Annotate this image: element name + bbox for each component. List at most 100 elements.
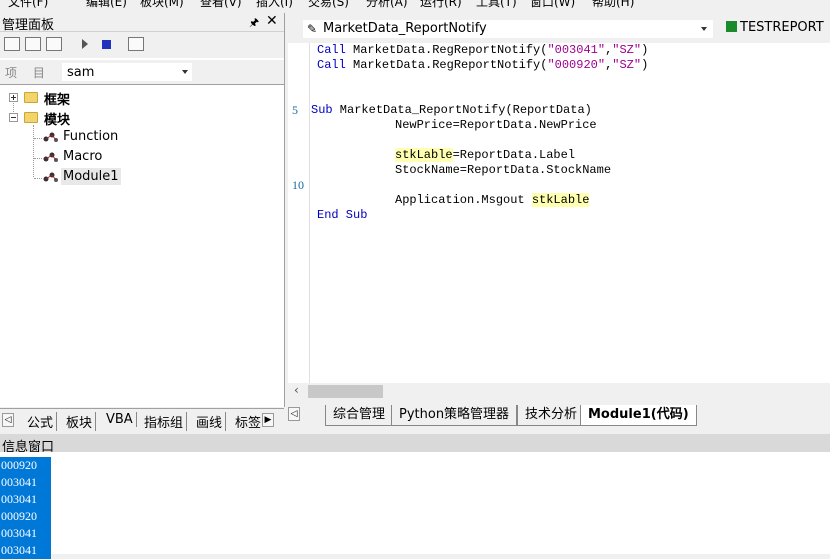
scroll-left-icon[interactable]: ◁ [288,407,300,421]
object-browser-icon[interactable] [128,37,144,51]
keyword: Sub [311,103,333,117]
menu-trade[interactable]: 交易(S) [308,0,349,8]
editor-header: ✎ MarketData_ReportNotify TESTREPORT [288,13,830,43]
tab-module1-code[interactable]: Module1(代码) [580,405,697,426]
project-tree: 框架 模块 Function Macro Module1 [0,86,283,406]
menu-window[interactable]: 窗口(W) [530,0,575,8]
module-icon [43,152,58,162]
tree-item-framework[interactable]: 框架 [44,89,70,108]
folder-open-icon [24,112,38,123]
tab-vba[interactable]: VBA [103,412,137,427]
tab-indicator-group[interactable]: 指标组 [141,412,188,431]
menu-sector[interactable]: 板块(M) [140,0,184,8]
properties-icon[interactable] [4,37,20,51]
close-icon[interactable]: ✕ [266,13,278,29]
code-line-sub: Sub MarketData_ReportNotify(ReportData) [311,103,592,117]
code-text: Application.Msgout [395,193,532,207]
code-line-newprice: NewPrice=ReportData.NewPrice [395,118,597,132]
highlighted-variable: stkLable [395,148,453,162]
scroll-right-icon[interactable]: ▶ [262,413,274,427]
tab-drawing[interactable]: 画线 [193,412,227,431]
project-select[interactable]: sam [62,63,192,81]
output-line: 003041 [0,474,51,491]
info-window-title-bar: 信息窗口 [0,434,830,455]
menu-view[interactable]: 查看(V) [200,0,242,8]
tree-item-macro[interactable]: Macro [63,149,102,164]
menu-tools[interactable]: 工具(T) [476,0,517,8]
menu-edit[interactable]: 编辑(E) [86,0,127,8]
menu-file[interactable]: 文件(F) [8,0,48,8]
scroll-left-icon[interactable]: ◁ [2,413,14,427]
expand-icon[interactable] [9,93,18,102]
project-selector-row: 项 目 sam [0,60,284,85]
project-select-value: sam [67,65,95,80]
folder-icon [24,92,38,103]
layout-icon[interactable] [25,37,41,51]
panel-toolbar [0,32,284,58]
string-literal: "SZ" [612,58,642,72]
output-line: 003041 [0,542,51,559]
scrollbar-thumb[interactable] [308,385,383,398]
code-line-end-sub: End Sub [317,208,368,222]
line-number: 5 [292,103,298,117]
info-window-output[interactable]: 000920 003041 003041 000920 003041 00304… [0,452,830,559]
tab-general-management[interactable]: 综合管理 [325,405,394,426]
left-panel-tabs: ◁ 公式 板块 VBA 指标组 画线 标签 ▶ [0,408,284,431]
keyword: Call [317,43,346,57]
menu-analysis[interactable]: 分析(A) [366,0,408,8]
tab-label[interactable]: 标签 [232,412,264,431]
string-literal: "SZ" [612,43,642,57]
output-line: 000920 [0,508,51,525]
module-icon [43,132,58,142]
code-line-2: Call MarketData.RegReportNotify("000920"… [317,58,648,72]
keyword: Call [317,58,346,72]
line-number: 10 [292,178,304,192]
tree-item-function[interactable]: Function [63,129,118,144]
code-text: MarketData.RegReportNotify( [345,58,548,72]
stop-icon[interactable] [102,40,111,49]
scroll-left-icon[interactable]: ‹ [294,383,299,397]
menu-insert[interactable]: 插入(I) [256,0,293,8]
menu-run[interactable]: 运行(R) [420,0,462,8]
tab-technical-analysis[interactable]: 技术分析 [517,405,586,426]
string-literal: "000920" [547,58,606,72]
chevron-down-icon [701,27,707,31]
code-text: =ReportData.Label [452,148,576,162]
tab-sector[interactable]: 板块 [63,412,97,431]
pencil-icon: ✎ [307,22,318,36]
tab-python-strategy-manager[interactable]: Python策略管理器 [391,405,518,426]
code-text: ) [641,58,649,72]
module-icon [43,172,58,182]
tree-item-module1[interactable]: Module1 [61,168,121,185]
tab-formula[interactable]: 公式 [24,412,58,431]
management-panel-title-bar: 管理面板 🖈 ✕ [0,13,284,33]
tree-item-modules[interactable]: 模块 [44,109,70,128]
object-select-value: TESTREPORT [740,20,824,35]
code-text: MarketData.RegReportNotify( [345,43,548,57]
collapse-icon[interactable] [9,113,18,122]
panel-title: 管理面板 [2,18,55,33]
code-line-stklable: stkLable=ReportData.Label [395,148,575,162]
print-icon[interactable] [46,37,62,51]
project-label: 项 目 [5,66,51,80]
horizontal-scrollbar[interactable]: ‹ [288,383,830,400]
line-number-gutter: 5 10 [288,43,310,383]
menu-help[interactable]: 帮助(H) [592,0,634,8]
code-editor[interactable]: 5 10 Call MarketData.RegReportNotify("00… [288,43,830,383]
code-line-stockname: StockName=ReportData.StockName [395,163,612,177]
string-literal: "003041" [547,43,606,57]
code-text: MarketData_ReportNotify(ReportData) [332,103,592,117]
menu-bar: 文件(F) 编辑(E) 板块(M) 查看(V) 插入(I) 交易(S) 分析(A… [0,0,830,8]
output-line: 003041 [0,491,51,508]
code-line-msgout: Application.Msgout stkLable [395,193,590,207]
run-icon[interactable] [82,39,88,49]
output-line: 000920 [0,457,51,474]
object-select[interactable]: TESTREPORT [726,20,824,35]
procedure-select[interactable]: ✎ MarketData_ReportNotify [303,20,713,38]
procedure-select-value: MarketData_ReportNotify [323,21,487,36]
editor-tabs: ◁ 综合管理 Python策略管理器 技术分析 Module1(代码) [286,401,830,431]
code-text: ) [641,43,649,57]
highlighted-variable: stkLable [531,193,590,207]
object-icon [726,21,737,32]
pin-icon[interactable]: 🖈 [249,14,259,33]
